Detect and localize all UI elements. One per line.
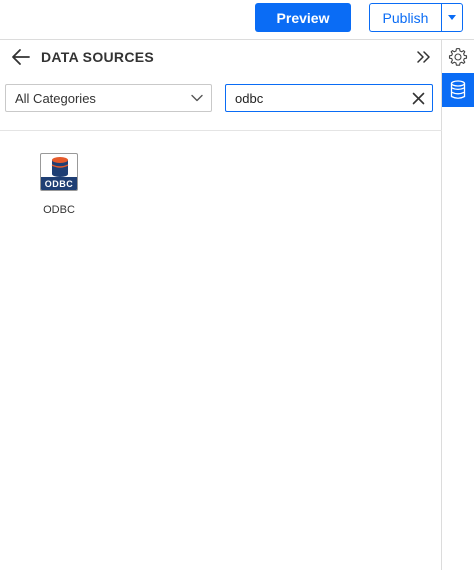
- search-box: [225, 84, 433, 112]
- divider: [0, 130, 442, 131]
- close-icon[interactable]: [412, 92, 425, 105]
- gear-icon: [448, 47, 468, 66]
- top-toolbar: Preview Publish: [0, 0, 474, 40]
- panel-header: DATA SOURCES: [0, 40, 442, 76]
- datasources-button[interactable]: [442, 73, 474, 107]
- database-icon: [450, 80, 466, 99]
- settings-button[interactable]: [442, 40, 474, 74]
- category-select[interactable]: All Categories: [5, 84, 212, 112]
- page-title: DATA SOURCES: [41, 49, 155, 65]
- double-chevron-right-icon[interactable]: [414, 47, 434, 67]
- datasource-item-odbc[interactable]: ODBC ODBC: [28, 153, 90, 225]
- odbc-database-icon: ODBC: [40, 153, 78, 191]
- publish-menu-button[interactable]: [441, 3, 463, 32]
- right-sidebar: [442, 40, 474, 570]
- category-select-value: All Categories: [15, 90, 96, 106]
- publish-button[interactable]: Publish: [369, 3, 441, 32]
- data-sources-panel: DATA SOURCES All Categories ODBC: [0, 40, 442, 570]
- datasource-name: ODBC: [43, 204, 75, 216]
- chevron-down-icon: [191, 94, 203, 102]
- search-input[interactable]: [226, 86, 396, 110]
- preview-button[interactable]: Preview: [255, 3, 351, 32]
- arrow-left-icon[interactable]: [10, 46, 32, 68]
- odbc-badge: ODBC: [41, 177, 77, 190]
- caret-down-icon: [448, 15, 456, 20]
